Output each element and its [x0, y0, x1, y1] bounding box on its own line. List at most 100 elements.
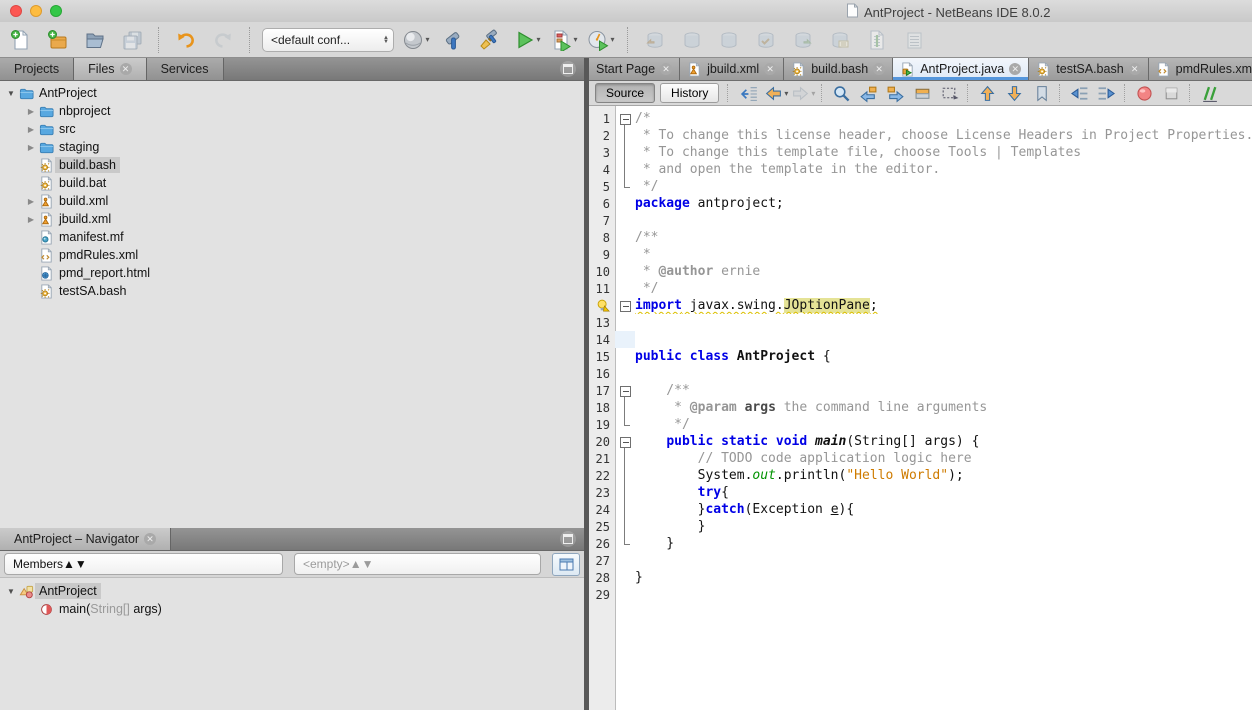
tab-services[interactable]: Services — [147, 58, 224, 80]
code-line-22[interactable]: 22 System.out.println("Hello World"); — [589, 467, 1252, 484]
code-line-12[interactable]: import javax.swing.JOptionPane; — [589, 297, 1252, 314]
code-text[interactable]: import javax.swing.JOptionPane; — [635, 297, 1252, 314]
last-edit-button[interactable] — [737, 83, 761, 104]
tree-item-label[interactable]: src — [55, 121, 80, 137]
navigator-filter-select[interactable]: <empty> ▲▼ — [294, 553, 541, 575]
find-next-button[interactable] — [883, 83, 907, 104]
line-number[interactable]: 20 — [589, 435, 615, 449]
navigator-members-tree[interactable]: ▼AntProjectmain(String[] args) — [0, 578, 584, 710]
code-text[interactable]: /** — [635, 382, 1252, 399]
zoom-window-button[interactable] — [50, 5, 62, 17]
close-icon[interactable]: ✕ — [120, 63, 132, 75]
line-number[interactable]: 23 — [589, 486, 615, 500]
save-all-button[interactable] — [117, 25, 147, 55]
line-number[interactable]: 18 — [589, 401, 615, 415]
db-1-button[interactable] — [677, 25, 707, 55]
tree-item-label[interactable]: testSA.bash — [55, 283, 130, 299]
code-line-8[interactable]: 8/** — [589, 229, 1252, 246]
fold-collapse-icon[interactable] — [620, 114, 631, 125]
files-tree[interactable]: ▼AntProject▶nbproject▶src▶stagingbuild.b… — [0, 81, 584, 528]
code-fold-open[interactable] — [615, 382, 635, 399]
code-text[interactable]: * @param args the command line arguments — [635, 399, 1252, 416]
shift-left-button[interactable] — [1067, 83, 1091, 104]
code-line-15[interactable]: 15public class AntProject { — [589, 348, 1252, 365]
line-number[interactable]: 14 — [589, 333, 615, 347]
line-number[interactable]: 4 — [589, 163, 615, 177]
close-icon[interactable]: ✕ — [764, 63, 776, 75]
line-number[interactable]: 25 — [589, 520, 615, 534]
db-fetch-button[interactable] — [640, 25, 670, 55]
shift-right-button[interactable] — [1094, 83, 1118, 104]
tree-row[interactable]: main(String[] args) — [0, 600, 584, 618]
tree-item-label[interactable]: build.bash — [55, 157, 120, 173]
tree-item-label[interactable]: pmd_report.html — [55, 265, 154, 281]
line-number[interactable]: 8 — [589, 231, 615, 245]
line-number[interactable]: 9 — [589, 248, 615, 262]
stop-macro-button[interactable] — [1159, 83, 1183, 104]
close-window-button[interactable] — [10, 5, 22, 17]
code-line-5[interactable]: 5 */ — [589, 178, 1252, 195]
code-line-14[interactable]: 14 — [589, 331, 1252, 348]
editor-tab-start-page[interactable]: Start Page✕ — [589, 58, 680, 80]
expander-collapsed-icon[interactable]: ▶ — [24, 125, 38, 134]
code-text[interactable]: package antproject; — [635, 195, 1252, 212]
line-number[interactable]: 26 — [589, 537, 615, 551]
editor-tab-testsa-bash[interactable]: testSA.bash✕ — [1029, 58, 1148, 80]
code-fold-single[interactable] — [615, 297, 635, 314]
tree-item-label[interactable]: nbproject — [55, 103, 114, 119]
code-text[interactable]: }catch(Exception e){ — [635, 501, 1252, 518]
tree-item-label[interactable]: build.xml — [55, 193, 112, 209]
line-number[interactable]: 5 — [589, 180, 615, 194]
tree-item-label[interactable]: AntProject — [35, 583, 101, 599]
line-number[interactable]: 3 — [589, 146, 615, 160]
tree-item-label[interactable]: manifest.mf — [55, 229, 128, 245]
line-number[interactable]: 22 — [589, 469, 615, 483]
code-line-7[interactable]: 7 — [589, 212, 1252, 229]
build-button[interactable] — [438, 25, 468, 55]
code-line-17[interactable]: 17 /** — [589, 382, 1252, 399]
tree-item-label[interactable]: AntProject — [35, 85, 101, 101]
code-line-29[interactable]: 29 — [589, 586, 1252, 603]
code-text[interactable]: */ — [635, 416, 1252, 433]
tab-projects[interactable]: Projects — [0, 58, 74, 80]
run-button[interactable]: ▾ — [512, 25, 542, 55]
line-number[interactable]: 2 — [589, 129, 615, 143]
line-number[interactable]: 6 — [589, 197, 615, 211]
code-line-16[interactable]: 16 — [589, 365, 1252, 382]
minimize-panel-icon[interactable] — [560, 531, 576, 547]
clean-build-button[interactable] — [475, 25, 505, 55]
code-line-20[interactable]: 20 public static void main(String[] args… — [589, 433, 1252, 450]
undo-button[interactable] — [171, 25, 201, 55]
code-line-19[interactable]: 19 */ — [589, 416, 1252, 433]
line-number[interactable]: 29 — [589, 588, 615, 602]
prev-bookmark-button[interactable] — [975, 83, 999, 104]
dropdown-caret-icon[interactable]: ▾ — [610, 35, 614, 44]
code-line-10[interactable]: 10 * @author ernie — [589, 263, 1252, 280]
code-text[interactable]: * To change this template file, choose T… — [635, 144, 1252, 161]
code-line-25[interactable]: 25 } — [589, 518, 1252, 535]
tree-row[interactable]: ▼AntProject — [0, 582, 584, 600]
line-number[interactable]: 21 — [589, 452, 615, 466]
line-number[interactable]: 24 — [589, 503, 615, 517]
toggle-bookmark-button[interactable] — [1029, 83, 1053, 104]
minimize-window-button[interactable] — [30, 5, 42, 17]
warning-hint-icon[interactable] — [589, 299, 615, 312]
expander-collapsed-icon[interactable]: ▶ — [24, 215, 38, 224]
expander-collapsed-icon[interactable]: ▶ — [24, 107, 38, 116]
tab-navigator[interactable]: AntProject – Navigator ✕ — [0, 528, 171, 550]
tree-row[interactable]: build.bash — [0, 156, 584, 174]
line-number[interactable]: 13 — [589, 316, 615, 330]
fold-collapse-icon[interactable] — [620, 437, 631, 448]
code-text[interactable]: * To change this license header, choose … — [635, 127, 1252, 144]
tree-item-label[interactable]: jbuild.xml — [55, 211, 115, 227]
close-icon[interactable]: ✕ — [1009, 63, 1021, 75]
tree-row[interactable]: ▶ jbuild.xml — [0, 210, 584, 228]
configuration-select[interactable]: <default conf...▲▼ — [262, 28, 394, 52]
code-text[interactable]: System.out.println("Hello World"); — [635, 467, 1252, 484]
line-number[interactable]: 11 — [589, 282, 615, 296]
tab-files[interactable]: Files✕ — [74, 58, 146, 80]
code-text[interactable]: */ — [635, 178, 1252, 195]
db-push-button[interactable] — [788, 25, 818, 55]
tree-row[interactable]: manifest.mf — [0, 228, 584, 246]
code-text[interactable]: * and open the template in the editor. — [635, 161, 1252, 178]
